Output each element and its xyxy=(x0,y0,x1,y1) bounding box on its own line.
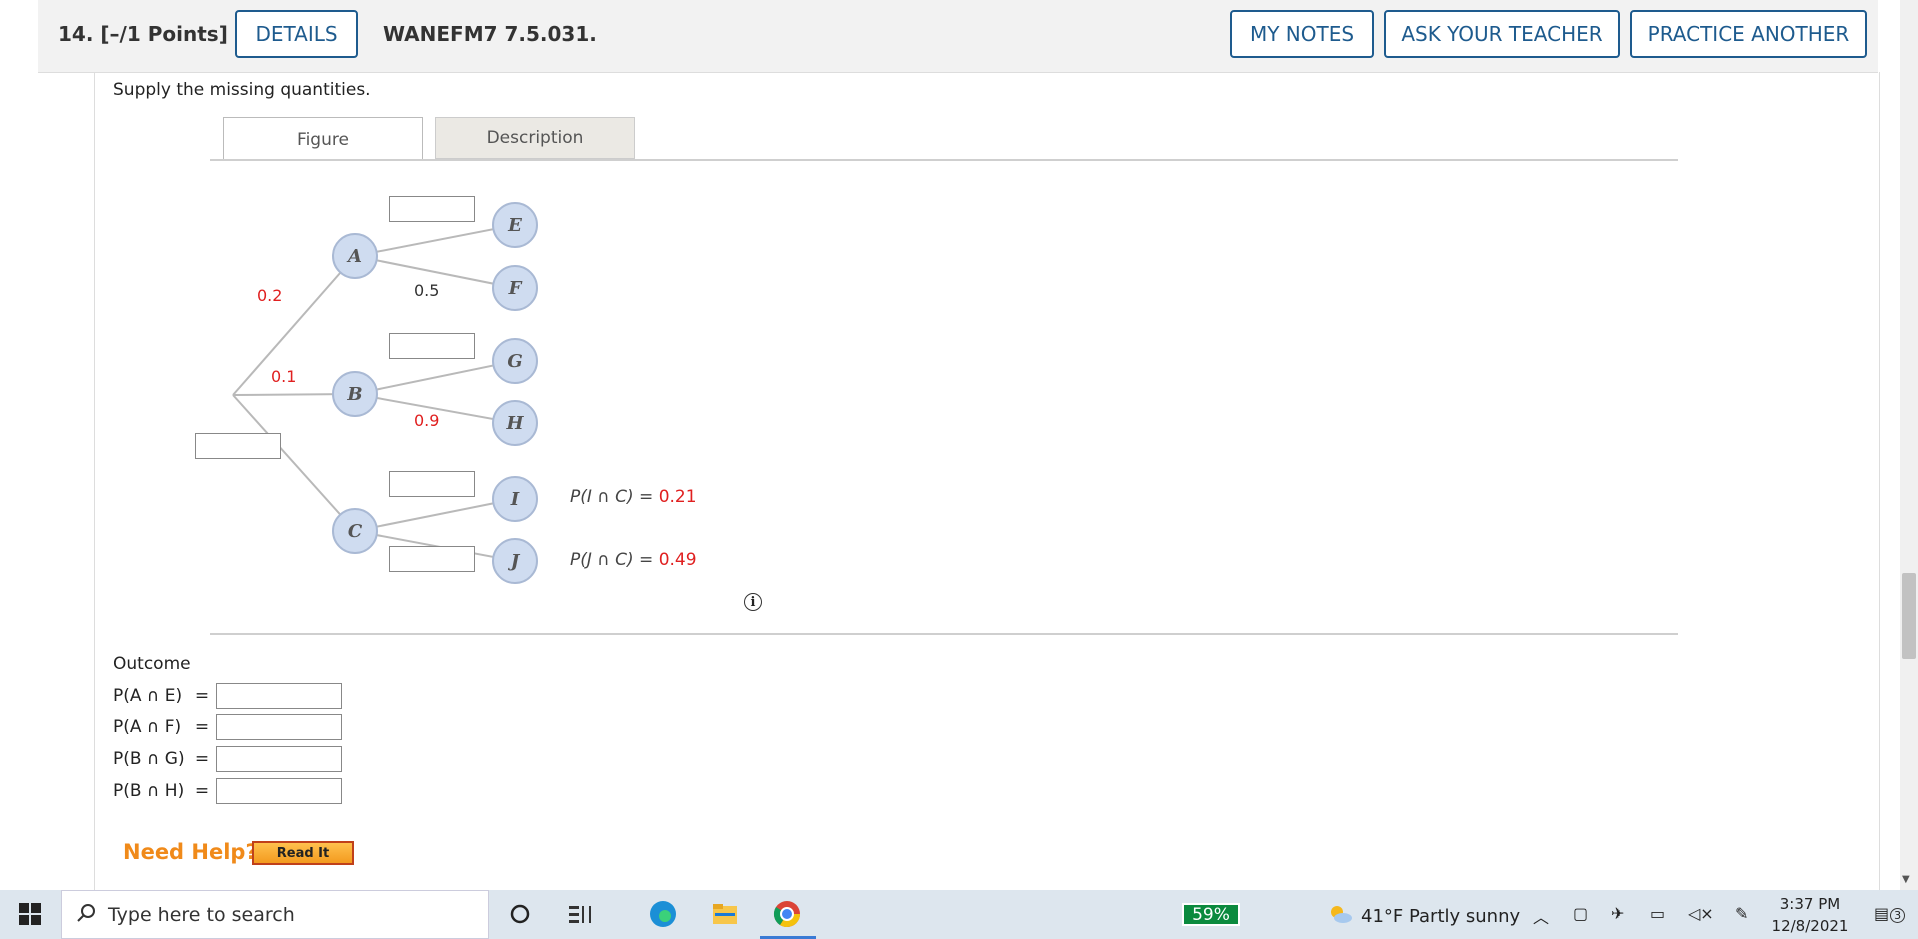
branch-root-c xyxy=(232,394,356,532)
input-p-a-e[interactable] xyxy=(216,683,342,709)
outcome-label: P(B ∩ H) xyxy=(113,781,185,801)
node-c-label: C xyxy=(348,521,363,542)
figure-bottom-divider xyxy=(210,633,1678,635)
joint-prob-i-c-label: P(I ∩ C) = xyxy=(570,487,659,507)
need-help-label: Need Help? xyxy=(123,840,258,864)
cortana-icon[interactable] xyxy=(503,897,537,931)
equals-sign: = xyxy=(194,781,210,801)
outcome-row: P(B ∩ G) = xyxy=(113,745,342,773)
clock-time: 3:37 PM xyxy=(1779,895,1841,913)
input-p-b-h[interactable] xyxy=(216,778,342,804)
input-prob-c-i[interactable] xyxy=(389,471,475,497)
joint-prob-j-c-label: P(J ∩ C) = xyxy=(570,550,659,570)
scrollbar-thumb[interactable] xyxy=(1902,573,1916,659)
input-prob-a-e[interactable] xyxy=(389,196,475,222)
outcome-label: P(A ∩ E) xyxy=(113,686,183,706)
scroll-down-arrow-icon[interactable]: ▼ xyxy=(1902,874,1910,885)
branch-a-e xyxy=(354,224,516,257)
prob-root-a: 0.2 xyxy=(257,286,283,305)
joint-prob-i-c: P(I ∩ C) = 0.21 xyxy=(570,487,697,507)
branch-c-i xyxy=(354,498,516,532)
search-placeholder: Type here to search xyxy=(108,903,295,926)
read-it-button[interactable]: Read It xyxy=(252,841,354,865)
volume-muted-icon[interactable]: ◁× xyxy=(1688,904,1714,923)
node-a-label: A xyxy=(346,246,362,267)
clock-date: 12/8/2021 xyxy=(1771,917,1849,935)
prob-b-h: 0.9 xyxy=(414,411,440,430)
joint-prob-j-c: P(J ∩ C) = 0.49 xyxy=(570,550,697,570)
weather-widget[interactable]: 41°F Partly sunny xyxy=(1327,903,1520,930)
outcome-row: P(A ∩ F) = xyxy=(113,713,342,741)
branch-b-g xyxy=(354,360,516,395)
page-scrollbar[interactable] xyxy=(1900,0,1918,890)
chrome-icon[interactable] xyxy=(770,897,804,931)
outcome-label: P(A ∩ F) xyxy=(113,717,182,737)
input-prob-b-g[interactable] xyxy=(389,333,475,359)
outcome-label: P(B ∩ G) xyxy=(113,749,185,769)
notification-count: 3 xyxy=(1890,908,1906,923)
node-i-label: I xyxy=(510,489,520,510)
windows-start-icon[interactable] xyxy=(13,897,47,931)
input-prob-root-c[interactable] xyxy=(195,433,281,459)
weather-text: 41°F Partly sunny xyxy=(1361,906,1521,927)
input-prob-c-j[interactable] xyxy=(389,546,475,572)
equals-sign: = xyxy=(194,749,210,769)
node-h-label: H xyxy=(505,413,524,434)
file-explorer-icon[interactable] xyxy=(708,897,742,931)
equals-sign: = xyxy=(194,717,210,737)
taskbar-clock[interactable]: 3:37 PM 12/8/2021 xyxy=(1770,893,1850,937)
notification-center-icon[interactable]: ▤ 3 xyxy=(1874,904,1906,923)
battery-icon[interactable]: ▭ xyxy=(1650,904,1665,923)
input-p-a-f[interactable] xyxy=(216,714,342,740)
pen-workspace-icon[interactable]: ✎ xyxy=(1735,904,1748,923)
prob-a-f: 0.5 xyxy=(414,281,440,300)
equals-sign: = xyxy=(194,686,210,706)
info-icon[interactable]: i xyxy=(744,593,762,611)
outcome-row: P(A ∩ E) = xyxy=(113,682,342,710)
outcome-title: Outcome xyxy=(113,654,191,674)
show-hidden-icons-chevron-up-icon[interactable]: ︿ xyxy=(1533,904,1549,928)
partly-sunny-icon xyxy=(1327,903,1353,930)
input-p-b-g[interactable] xyxy=(216,746,342,772)
node-e-label: E xyxy=(507,215,522,236)
node-b-label: B xyxy=(346,384,362,405)
edge-browser-icon[interactable] xyxy=(646,897,680,931)
battery-percentage[interactable]: 59% xyxy=(1182,903,1240,926)
taskbar-search-box[interactable]: Type here to search xyxy=(61,890,489,939)
prob-root-b: 0.1 xyxy=(271,367,297,386)
joint-prob-j-c-value: 0.49 xyxy=(658,550,697,570)
node-g-label: G xyxy=(507,351,522,372)
search-icon xyxy=(76,903,96,927)
airplane-mode-icon[interactable]: ✈ xyxy=(1611,904,1624,923)
outcome-row: P(B ∩ H) = xyxy=(113,777,342,805)
node-f-label: F xyxy=(508,278,523,299)
task-view-icon[interactable] xyxy=(563,897,597,931)
meet-now-icon[interactable]: ▢ xyxy=(1573,904,1588,923)
joint-prob-i-c-value: 0.21 xyxy=(658,487,697,507)
